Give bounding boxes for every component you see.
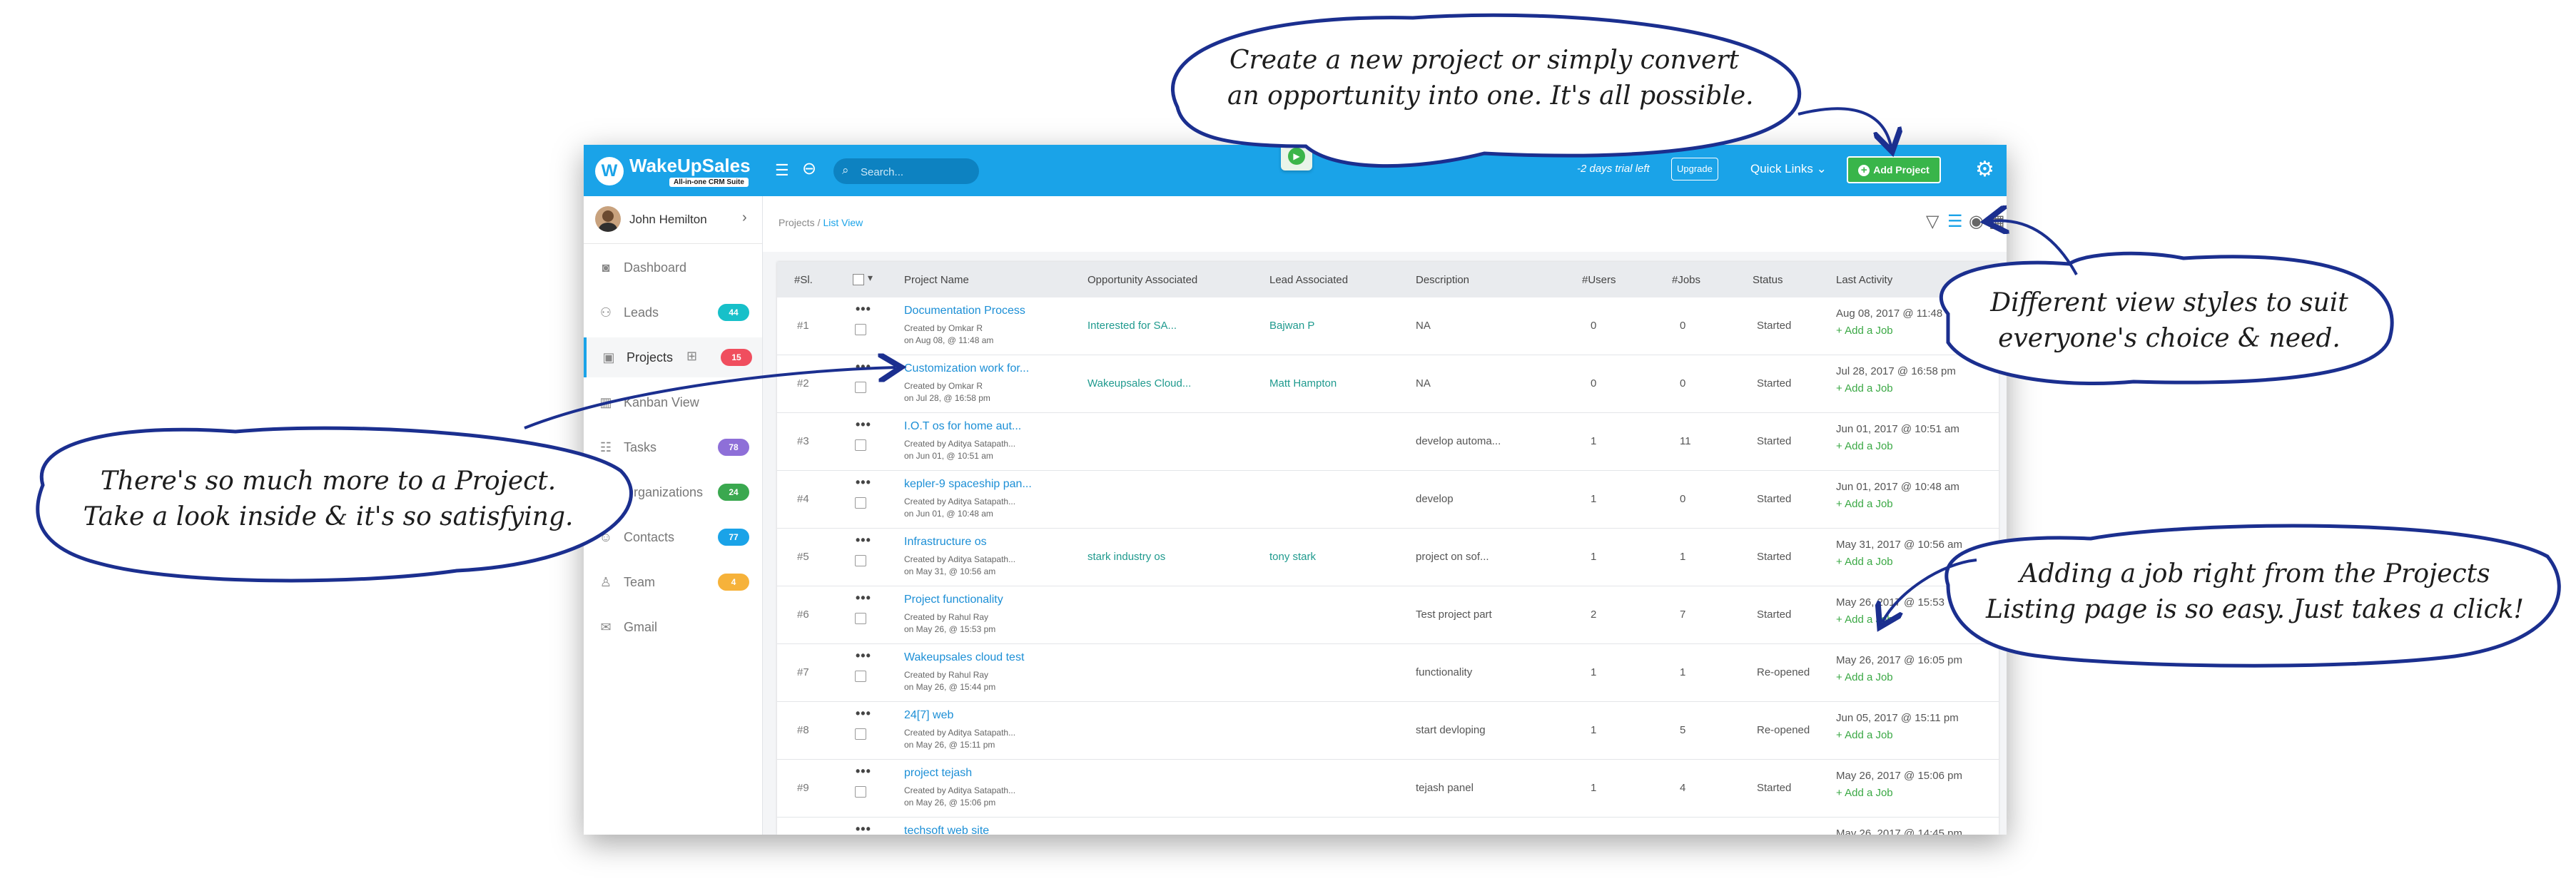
- callout-right-top-line-2: everyone's choice & need.: [1998, 324, 2341, 353]
- callout-right-top-line-1: Different view styles to suit: [1990, 288, 2348, 317]
- callout-overlay: [36, 13, 2561, 668]
- callout-left-text: There's so much more to a Project. Take …: [64, 464, 592, 535]
- callout-arrow-top: [1797, 107, 1891, 146]
- callout-left-line-1: There's so much more to a Project.: [100, 467, 557, 496]
- callout-right-bottom-text: Adding a job right from the Projects Lis…: [1977, 556, 2533, 628]
- callout-right-top-text: Different view styles to suit everyone's…: [1969, 285, 2369, 357]
- callout-top-line-1: Create a new project or simply convert: [1229, 46, 1739, 75]
- callout-right-bottom-line-1: Adding a job right from the Projects: [2019, 559, 2490, 589]
- callout-right-bottom-line-2: Listing page is so easy. Just takes a cl…: [1985, 595, 2525, 624]
- callout-top-text: Create a new project or simply convert a…: [1227, 43, 1754, 114]
- callout-top-line-2: an opportunity into one. It's all possib…: [1227, 81, 1754, 111]
- callout-arrow-left: [524, 367, 896, 429]
- callout-left-line-2: Take a look inside & it's so satisfying.: [83, 502, 574, 531]
